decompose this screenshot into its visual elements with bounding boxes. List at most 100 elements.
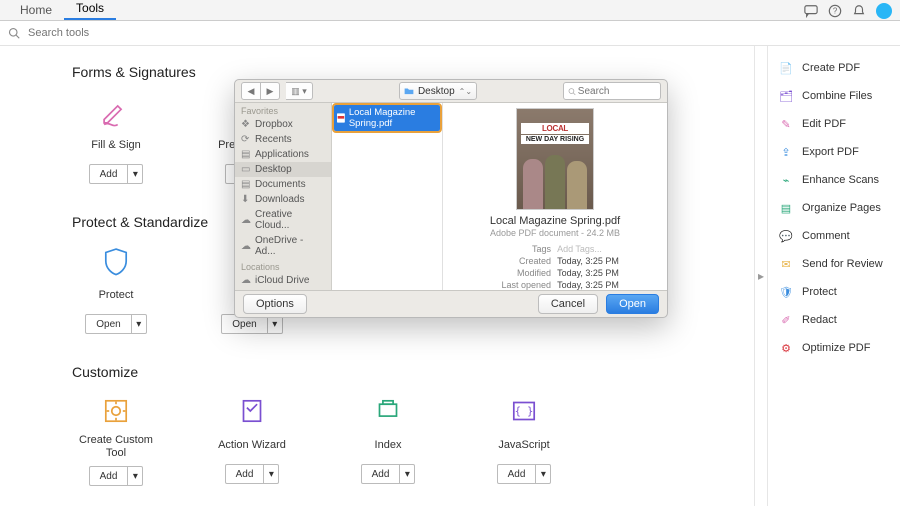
tags-value[interactable]: Add Tags...: [557, 244, 619, 254]
sidebar-item[interactable]: ✎Edit PDF: [774, 110, 894, 138]
sidebar-item[interactable]: ✐Redact: [774, 306, 894, 334]
sidebar-icon: ⇪: [778, 144, 794, 160]
add-button[interactable]: Add: [89, 466, 129, 486]
sidebar-fav-item[interactable]: ⬇Downloads: [235, 192, 331, 207]
sidebar-loc-item[interactable]: ☁iCloud Drive: [235, 273, 331, 288]
search-input[interactable]: [26, 26, 892, 40]
tool-create-custom[interactable]: Create Custom Tool Add▾: [72, 394, 160, 486]
dialog-footer: Options Cancel Open: [235, 290, 667, 317]
loc-label: iCloud Drive: [255, 275, 309, 286]
tool-protect[interactable]: Protect Open▾: [72, 244, 160, 334]
sidebar-label: Send for Review: [802, 258, 883, 270]
svg-text:?: ?: [833, 7, 838, 16]
tool-index[interactable]: Index Add▾: [344, 394, 432, 486]
avatar[interactable]: [876, 3, 892, 19]
nav-forward[interactable]: ▶: [261, 82, 280, 100]
folder-icon: ▭: [241, 164, 251, 175]
sidebar-label: Protect: [802, 286, 837, 298]
sidebar-fav-item[interactable]: ❖ Dropbox: [235, 117, 331, 132]
opened-value: Today, 3:25 PM: [557, 280, 619, 290]
cancel-button[interactable]: Cancel: [538, 294, 598, 314]
gear-box-icon: [95, 394, 137, 428]
dialog-search[interactable]: [563, 82, 661, 100]
fav-label: Dropbox: [255, 119, 293, 130]
chevron-updown-icon: ⌃⌄: [459, 87, 472, 96]
sidebar-icon: 📄: [778, 60, 794, 76]
sidebar-icon: 🗂: [778, 88, 794, 104]
sidebar-item[interactable]: ⚙ Optimize PDF: [774, 334, 894, 362]
folder-icon: [404, 86, 414, 96]
sidebar-fav-item[interactable]: ☁Creative Cloud...: [235, 207, 331, 233]
fav-label: Applications: [255, 149, 309, 160]
folder-icon: ⟳: [241, 134, 251, 145]
fav-label: OneDrive - Ad...: [255, 235, 325, 257]
tool-label: Fill & Sign: [91, 134, 141, 158]
location-popup[interactable]: Desktop ⌃⌄: [399, 82, 477, 100]
tool-fill-sign[interactable]: Fill & Sign Add▾: [72, 94, 160, 184]
open-dropdown[interactable]: ▾: [132, 314, 147, 334]
tool-label: JavaScript: [498, 434, 549, 458]
sidebar-fav-item[interactable]: ⟳ Recents: [235, 132, 331, 147]
preview-doctype: Adobe PDF document - 24.2 MB: [490, 228, 620, 238]
options-button[interactable]: Options: [243, 294, 307, 314]
chat-icon[interactable]: [804, 4, 818, 18]
open-button[interactable]: Open: [85, 314, 131, 334]
add-button[interactable]: Add: [361, 464, 401, 484]
top-tabs: Home Tools ?: [0, 0, 900, 21]
add-button[interactable]: Add: [225, 464, 265, 484]
add-dropdown[interactable]: ▾: [264, 464, 279, 484]
sidebar-item[interactable]: 🛡 Protect: [774, 278, 894, 306]
sidebar-item[interactable]: 🗂 Combine Files: [774, 82, 894, 110]
javascript-icon: { }: [503, 394, 545, 428]
nav-back[interactable]: ◀: [241, 82, 261, 100]
sidebar-label: Optimize PDF: [802, 342, 870, 354]
file-item-selected[interactable]: Local Magazine Spring.pdf: [334, 105, 440, 131]
created-value: Today, 3:25 PM: [557, 256, 619, 266]
open-button[interactable]: Open: [606, 294, 659, 314]
add-dropdown[interactable]: ▾: [536, 464, 551, 484]
thumb-title: LOCAL: [521, 123, 589, 134]
sidebar-icon: ⚙: [778, 340, 794, 356]
tab-tools[interactable]: Tools: [64, 0, 116, 20]
modified-label: Modified: [491, 268, 551, 278]
dialog-search-input[interactable]: [576, 85, 656, 98]
sidebar-collapse[interactable]: ▸: [754, 46, 767, 506]
view-mode[interactable]: ▥ ▾: [286, 82, 313, 100]
sidebar-item[interactable]: ⇪Export PDF: [774, 138, 894, 166]
favorites-header: Favorites: [235, 103, 331, 117]
sidebar-item[interactable]: ▤Organize Pages: [774, 194, 894, 222]
tool-action-wizard[interactable]: Action Wizard Add▾: [208, 394, 296, 486]
sidebar-fav-item[interactable]: ☁OneDrive - Ad...: [235, 233, 331, 259]
folder-icon: ❖: [241, 119, 251, 130]
sidebar-item[interactable]: ✉Send for Review: [774, 250, 894, 278]
index-icon: [367, 394, 409, 428]
modified-value: Today, 3:25 PM: [557, 268, 619, 278]
sidebar-item[interactable]: ⌁Enhance Scans: [774, 166, 894, 194]
sidebar-item[interactable]: 📄Create PDF: [774, 54, 894, 82]
add-button[interactable]: Add: [497, 464, 537, 484]
sidebar-fav-item[interactable]: ▤Applications: [235, 147, 331, 162]
sidebar-item[interactable]: 💬Comment: [774, 222, 894, 250]
sidebar-label: Comment: [802, 230, 850, 242]
add-dropdown[interactable]: ▾: [400, 464, 415, 484]
add-dropdown[interactable]: ▾: [128, 164, 143, 184]
add-button[interactable]: Add: [89, 164, 129, 184]
protect-icon: [95, 244, 137, 278]
bell-icon[interactable]: [852, 4, 866, 18]
right-sidebar: 📄Create PDF 🗂 Combine Files ✎Edit PDF⇪Expor…: [767, 46, 900, 506]
location-label: Desktop: [418, 86, 455, 97]
folder-icon: ☁: [241, 215, 251, 226]
help-icon[interactable]: ?: [828, 4, 842, 18]
fav-label: Recents: [255, 134, 292, 145]
sidebar-fav-item[interactable]: ▤Documents: [235, 177, 331, 192]
tab-home[interactable]: Home: [8, 0, 64, 20]
sidebar-label: Combine Files: [802, 90, 872, 102]
preview-filename: Local Magazine Spring.pdf: [490, 215, 620, 227]
search-row: [0, 21, 900, 46]
sidebar-icon: 🛡: [778, 284, 794, 300]
tool-javascript[interactable]: { } JavaScript Add▾: [480, 394, 568, 486]
sidebar-fav-item[interactable]: ▭Desktop: [235, 162, 331, 177]
search-icon: [568, 87, 576, 96]
add-dropdown[interactable]: ▾: [128, 466, 143, 486]
fav-label: Downloads: [255, 194, 304, 205]
